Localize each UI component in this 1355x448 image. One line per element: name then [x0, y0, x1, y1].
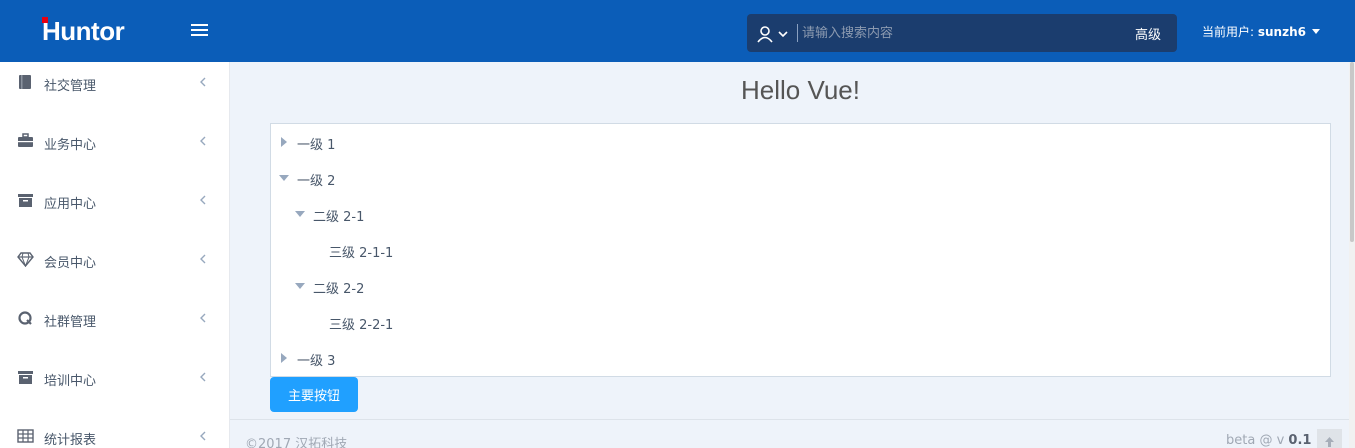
current-user-name: sunzh6 [1257, 25, 1306, 39]
sidebar-item-label: 培训中心 [44, 374, 97, 389]
book-icon [19, 75, 31, 89]
caret-down-icon[interactable] [279, 175, 289, 181]
caret-right-icon[interactable] [281, 137, 287, 147]
back-to-top-button[interactable] [1317, 429, 1342, 448]
sidebar-item-reports[interactable]: 统计报表 [0, 416, 229, 448]
archive-icon [18, 371, 33, 384]
sidebar-item-members[interactable]: 会员中心 [0, 239, 229, 279]
sidebar-item-training[interactable]: 培训中心 [0, 357, 229, 397]
menu-toggle-icon[interactable] [191, 24, 208, 38]
chevron-left-icon [200, 313, 206, 323]
chevron-left-icon [200, 195, 206, 205]
logo-dot [42, 17, 48, 23]
logo-text: Huntor [42, 16, 125, 46]
tree-node[interactable]: 一级 3 [271, 340, 1330, 376]
sidebar-item-label: 社交管理 [44, 79, 97, 94]
tree-node-label: 三级 2-2-1 [329, 318, 394, 333]
tree-node-label: 一级 2 [297, 174, 336, 189]
logo[interactable]: Huntor [42, 16, 125, 46]
advanced-search-button[interactable]: 高级 [1135, 24, 1161, 43]
copyright-text: ©2017 汉拓科技 [245, 437, 348, 448]
sidebar-item-label: 应用中心 [44, 197, 97, 212]
tree-node[interactable]: 二级 2-1 [271, 196, 1330, 232]
sidebar: 社交管理 业务中心 应用中心 会员中心 社群管理 培训中心 统计报表 [0, 62, 230, 448]
main-content: Hello Vue! 一级 1 一级 2 二级 2-1 三级 2-1-1 二级 … [230, 62, 1355, 448]
caret-down-icon [1311, 29, 1320, 34]
sidebar-item-label: 社群管理 [44, 315, 97, 330]
primary-button[interactable]: 主要按钮 [270, 377, 358, 412]
sidebar-item-business[interactable]: 业务中心 [0, 121, 229, 161]
version-prefix: beta @ v [1226, 433, 1289, 448]
scrollbar[interactable] [1349, 62, 1355, 448]
chevron-left-icon [200, 254, 206, 264]
user-icon [757, 26, 788, 43]
q-icon [18, 311, 32, 325]
scrollbar-thumb[interactable] [1350, 62, 1354, 242]
caret-right-icon[interactable] [281, 353, 287, 363]
tree-node-label: 三级 2-1-1 [329, 246, 394, 261]
chevron-left-icon [200, 77, 206, 87]
archive-icon [18, 194, 33, 207]
tree-node-label: 一级 1 [297, 138, 336, 153]
page-title: Hello Vue! [741, 75, 860, 105]
current-user-menu[interactable]: 当前用户: sunzh6 [1202, 23, 1320, 40]
diamond-icon [17, 252, 34, 267]
briefcase-icon [18, 133, 33, 147]
caret-down-icon[interactable] [295, 211, 305, 217]
tree-node-label: 二级 2-2 [313, 282, 365, 297]
tree-view: 一级 1 一级 2 二级 2-1 三级 2-1-1 二级 2-2 三级 2-2-… [270, 123, 1331, 377]
tree-node[interactable]: 二级 2-2 [271, 268, 1330, 304]
sidebar-item-label: 业务中心 [44, 138, 97, 153]
chevron-left-icon [200, 372, 206, 382]
chevron-left-icon [200, 431, 206, 441]
tree-node[interactable]: 一级 2 [271, 160, 1330, 196]
tree-node-label: 一级 3 [297, 354, 336, 369]
footer: ©2017 汉拓科技 beta @ v 0.1 [230, 419, 1355, 448]
arrow-up-icon [1325, 437, 1334, 447]
tree-node-label: 二级 2-1 [313, 210, 365, 225]
tree-node[interactable]: 三级 2-1-1 [271, 232, 1330, 268]
search-box: 高级 [747, 14, 1177, 52]
sidebar-item-label: 统计报表 [44, 433, 97, 448]
search-divider [797, 24, 798, 42]
sidebar-item-apps[interactable]: 应用中心 [0, 180, 229, 220]
table-icon [17, 429, 34, 443]
sidebar-item-social[interactable]: 社交管理 [0, 62, 229, 102]
sidebar-item-community[interactable]: 社群管理 [0, 298, 229, 338]
caret-down-icon[interactable] [295, 283, 305, 289]
version-text: beta @ v 0.1 [1226, 433, 1311, 448]
chevron-left-icon [200, 136, 206, 146]
tree-node[interactable]: 三级 2-2-1 [271, 304, 1330, 340]
version-number: 0.1 [1288, 433, 1312, 448]
user-search-type-dropdown[interactable] [757, 25, 791, 43]
tree-node[interactable]: 一级 1 [271, 124, 1330, 160]
top-header: Huntor 高级 当前用户: sunzh6 [0, 0, 1355, 62]
current-user-label: 当前用户: [1202, 25, 1258, 39]
search-input[interactable] [802, 22, 1122, 44]
sidebar-item-label: 会员中心 [44, 256, 97, 271]
